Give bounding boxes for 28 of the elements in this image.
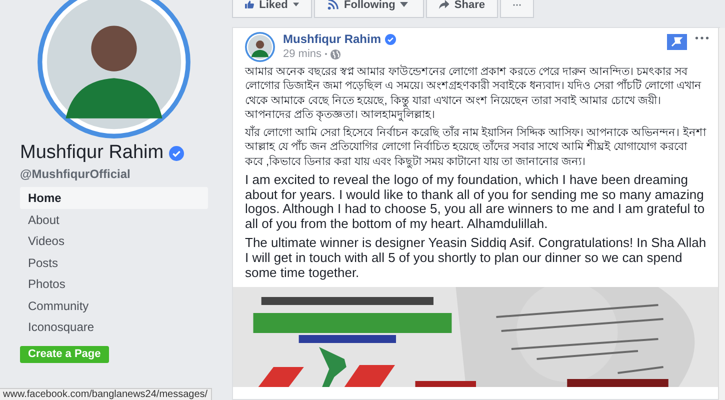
nav-item[interactable]: Home — [20, 187, 208, 208]
post-paragraph: আমার অনেক বছরের স্বপ্ন আমার ফাউন্ডেশনের লোগো প্রকাশ করতে পেরে দারুন আনন্দিত। চমৎকার সব লোগোর ডিজাইন জমা পড়েছিল এ সময়ে। অংশগ্রহণকারী সবাইকে ধন্যবাদ। যদিও সেরা পাঁচটি লোগো এখান থেকে আমাকে বেছে নিতে হয়েছে, কিন্তু যারা এখানে অংশ নিয়েছেন তারা সবাই আমার চোখে জয়ী। আপনাদের প্রতি কৃতজ্ঞতা। আলহামদুলিল্লাহ। — [245, 65, 703, 122]
caret-icon — [400, 2, 408, 7]
globe-icon — [330, 48, 341, 60]
status-bar-url: www.facebook.com/banglanews24/messages/ — [0, 388, 212, 400]
separator-dot — [324, 53, 327, 55]
rss-icon — [327, 0, 339, 10]
caret-icon — [292, 2, 299, 7]
author-avatar[interactable] — [245, 32, 275, 62]
nav-item[interactable]: Videos — [20, 230, 208, 252]
profile-avatar[interactable] — [36, 0, 192, 140]
post-paragraph: যাঁর লোগো আমি সেরা হিসেবে নির্বাচন করেছি তাঁর নাম ইয়াসিন সিদ্দিক আসিফ। আপনাকে অভিনন্দন। ইনশা আল্লাহ যে পাঁচ জন প্রতিযোগির লোগো নির্বাচিত হয়েছে তাঁদের সবার সাথে আমি শীঘ্রই যোগাযোগ করবো কবে ,কিভাবে ডিনার করা যায় এবং কিছুটা সময় কাটানো যায় তা জানানোর জন্য। — [245, 126, 707, 170]
pin-icon[interactable] — [667, 34, 687, 50]
thumbs-up-icon — [245, 0, 254, 10]
post-paragraph: I am excited to reveal the logo of my foundation, which I have been dreaming about for years. I would like to thank all of you for sending me so many amazing logos. Although I had to choose 5, you all are winners to me and I am grateful to all of you from the bottom of my heart. Alhamdulillah. — [245, 173, 706, 232]
page-name: Mushfiqur Rahim — [20, 142, 164, 164]
nav-item[interactable]: Iconosquare — [20, 316, 208, 338]
page-handle: @MushfiqurOfficial — [20, 167, 130, 181]
more-icon — [513, 2, 521, 6]
share-arrow-icon — [439, 0, 450, 10]
scrollbar[interactable] — [718, 28, 725, 400]
author-name[interactable]: Mushfiqur Rahim — [283, 32, 381, 46]
nav-item[interactable]: Community — [20, 294, 208, 316]
more-icon[interactable] — [695, 36, 709, 40]
nav-item[interactable]: Photos — [20, 273, 208, 294]
nav-item[interactable]: About — [20, 208, 208, 230]
post-paragraph: The ultimate winner is designer Yeasin Siddiq Asif. Congratulations! In Sha Allah I will get in touch with all 5 of you shortly to plan our dinner so we can spend some time together. — [245, 236, 707, 280]
nav-item[interactable]: Posts — [20, 252, 208, 273]
